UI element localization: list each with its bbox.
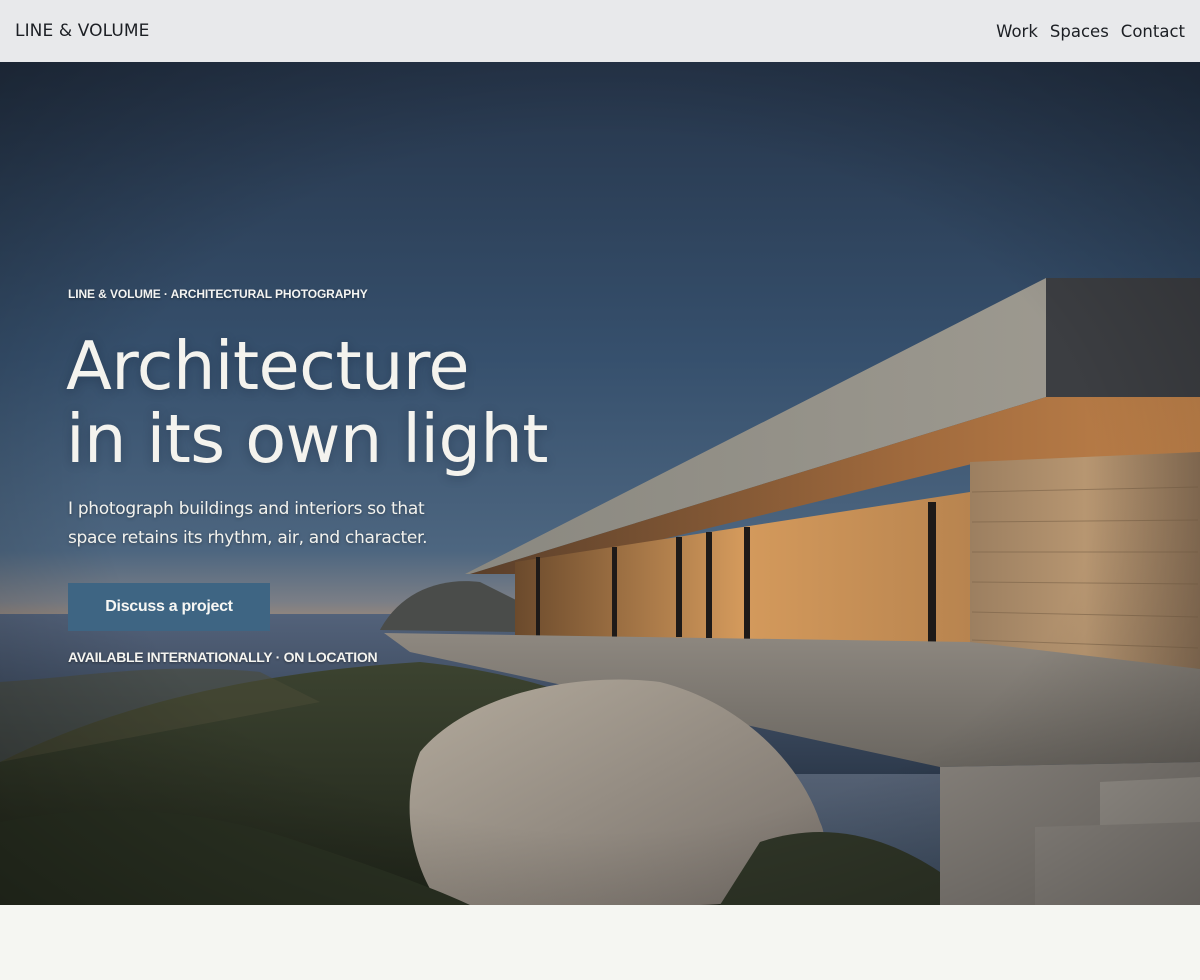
hero-description: I photograph buildings and interiors so … bbox=[68, 499, 428, 548]
main-nav: Work Spaces Contact bbox=[996, 22, 1185, 41]
nav-link-contact[interactable]: Contact bbox=[1121, 22, 1185, 41]
hero-section: LINE & VOLUME · ARCHITECTURAL PHOTOGRAPH… bbox=[0, 62, 1200, 905]
hero-photo bbox=[0, 62, 1200, 905]
site-header: LINE & VOLUME Work Spaces Contact bbox=[0, 0, 1200, 62]
nav-link-spaces[interactable]: Spaces bbox=[1050, 22, 1109, 41]
nav-link-work[interactable]: Work bbox=[996, 22, 1038, 41]
below-hero-section bbox=[0, 905, 1200, 980]
hero-headline-line-1: Architecture bbox=[66, 327, 470, 405]
brand-logo-link[interactable]: LINE & VOLUME bbox=[15, 21, 150, 41]
hero-eyebrow: LINE & VOLUME · ARCHITECTURAL PHOTOGRAPH… bbox=[68, 287, 368, 301]
discuss-project-button[interactable]: Discuss a project bbox=[68, 583, 270, 631]
hero-headline: Architecture in its own light bbox=[66, 330, 626, 476]
hero-headline-line-2: in its own light bbox=[66, 400, 549, 478]
availability-note: AVAILABLE INTERNATIONALLY · ON LOCATION bbox=[68, 649, 378, 665]
